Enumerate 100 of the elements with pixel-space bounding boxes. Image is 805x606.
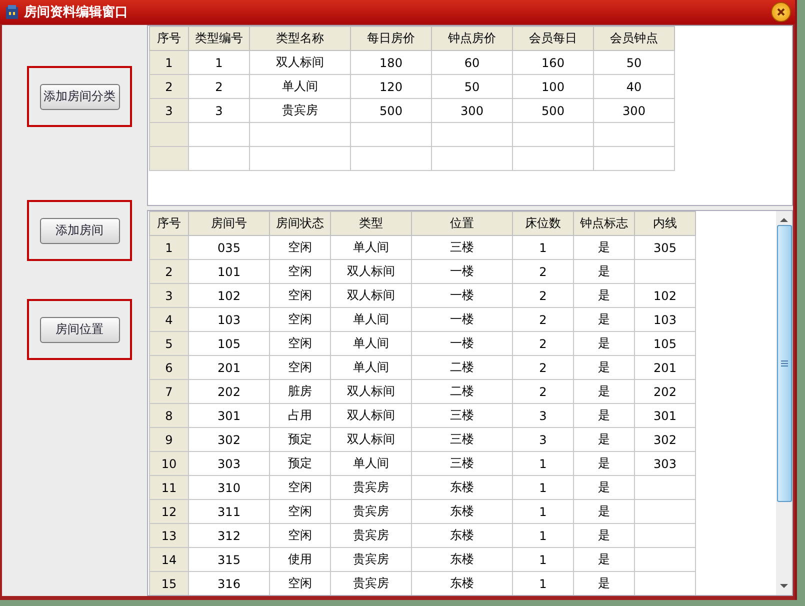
table-cell: 7: [150, 380, 188, 404]
table-cell: 空闲: [270, 308, 330, 332]
table-cell: 1: [512, 500, 574, 524]
table-cell: 300: [432, 98, 512, 122]
column-header: 会员每日: [512, 26, 594, 50]
table-cell: 东楼: [412, 524, 512, 548]
table-cell: 105: [634, 332, 696, 356]
action-button[interactable]: 房间位置: [40, 316, 120, 342]
table-cell: 是: [574, 332, 634, 356]
table-cell: 103: [634, 308, 696, 332]
table-cell: 2: [512, 380, 574, 404]
column-header: 位置: [412, 212, 512, 236]
table-cell: 315: [188, 548, 270, 572]
table-cell: 空闲: [270, 260, 330, 284]
table-cell: 1: [150, 236, 188, 260]
table-cell: 311: [188, 500, 270, 524]
action-button[interactable]: 添加房间分类: [40, 84, 120, 110]
table-cell: 脏房: [270, 380, 330, 404]
table-cell: 101: [188, 260, 270, 284]
table-cell: 103: [188, 308, 270, 332]
table-cell: 1: [512, 476, 574, 500]
table-cell: 3: [188, 98, 250, 122]
table-cell: 一楼: [412, 260, 512, 284]
table-cell: 是: [574, 236, 634, 260]
table-cell: 120: [350, 74, 432, 98]
table-cell: 贵宾房: [330, 500, 412, 524]
column-header: 序号: [150, 212, 188, 236]
scrollbar[interactable]: [776, 211, 792, 595]
table-cell: 13: [150, 524, 188, 548]
table-cell: 一楼: [412, 332, 512, 356]
table-cell: 单人间: [330, 452, 412, 476]
table-cell: 1: [512, 236, 574, 260]
table-cell: 空闲: [270, 332, 330, 356]
scroll-thumb[interactable]: [776, 225, 792, 502]
table-cell: 空闲: [270, 236, 330, 260]
column-header: 房间状态: [270, 212, 330, 236]
table-cell: 是: [574, 404, 634, 428]
table-cell: 102: [188, 284, 270, 308]
table-cell: 是: [574, 380, 634, 404]
table-cell: 302: [188, 428, 270, 452]
close-icon[interactable]: [776, 7, 786, 17]
table-cell: 301: [188, 404, 270, 428]
table-cell: 1: [150, 50, 188, 74]
table-cell: 6: [150, 356, 188, 380]
column-header: 床位数: [512, 212, 574, 236]
table-cell: 单人间: [330, 332, 412, 356]
table-cell: 贵宾房: [330, 572, 412, 595]
table-cell: 1: [512, 548, 574, 572]
action-button[interactable]: 添加房间: [40, 218, 120, 244]
table-cell: 500: [512, 98, 594, 122]
table-cell: 单人间: [330, 356, 412, 380]
table-cell: 空闲: [270, 524, 330, 548]
table-cell: 310: [188, 476, 270, 500]
table-cell: 202: [634, 380, 696, 404]
column-header: 内线: [634, 212, 696, 236]
table-cell: 是: [574, 356, 634, 380]
table-cell: 4: [150, 308, 188, 332]
table-cell: 3: [512, 404, 574, 428]
table-cell: 单人间: [330, 236, 412, 260]
table-cell: 1: [512, 524, 574, 548]
table-cell: 2: [512, 284, 574, 308]
table-cell: 单人间: [250, 74, 350, 98]
table-cell: 312: [188, 524, 270, 548]
table-cell: 3: [150, 284, 188, 308]
table-cell: 三楼: [412, 236, 512, 260]
table-cell: 2: [512, 308, 574, 332]
table-cell: 占用: [270, 404, 330, 428]
table-cell: 160: [512, 50, 594, 74]
table-cell: 15: [150, 572, 188, 595]
column-header: 钟点标志: [574, 212, 634, 236]
table-cell: 035: [188, 236, 270, 260]
table-cell: 12: [150, 500, 188, 524]
column-header: 类型名称: [250, 26, 350, 50]
table-cell: 202: [188, 380, 270, 404]
table-cell: 2: [512, 260, 574, 284]
table-cell: 东楼: [412, 548, 512, 572]
table-cell: 301: [634, 404, 696, 428]
table-cell: 5: [150, 332, 188, 356]
table-cell: 3: [150, 98, 188, 122]
table-cell: 是: [574, 572, 634, 595]
table-cell: 是: [574, 428, 634, 452]
table-cell: 50: [594, 50, 674, 74]
table-cell: 2: [150, 260, 188, 284]
table-cell: 180: [350, 50, 432, 74]
table-cell: 单人间: [330, 308, 412, 332]
scroll-down-icon[interactable]: [780, 583, 788, 589]
column-header: 每日房价: [350, 26, 432, 50]
table-cell: 贵宾房: [330, 524, 412, 548]
table-cell: 11: [150, 476, 188, 500]
scroll-up-icon[interactable]: [780, 217, 788, 223]
table-cell: 201: [188, 356, 270, 380]
table-cell: 二楼: [412, 356, 512, 380]
table-cell: 300: [594, 98, 674, 122]
table-cell: 316: [188, 572, 270, 595]
table-cell: 双人标间: [330, 284, 412, 308]
table-cell: 14: [150, 548, 188, 572]
table-cell: 双人标间: [330, 260, 412, 284]
table-cell: 是: [574, 500, 634, 524]
close-button[interactable]: [771, 2, 791, 22]
table-cell: 三楼: [412, 428, 512, 452]
